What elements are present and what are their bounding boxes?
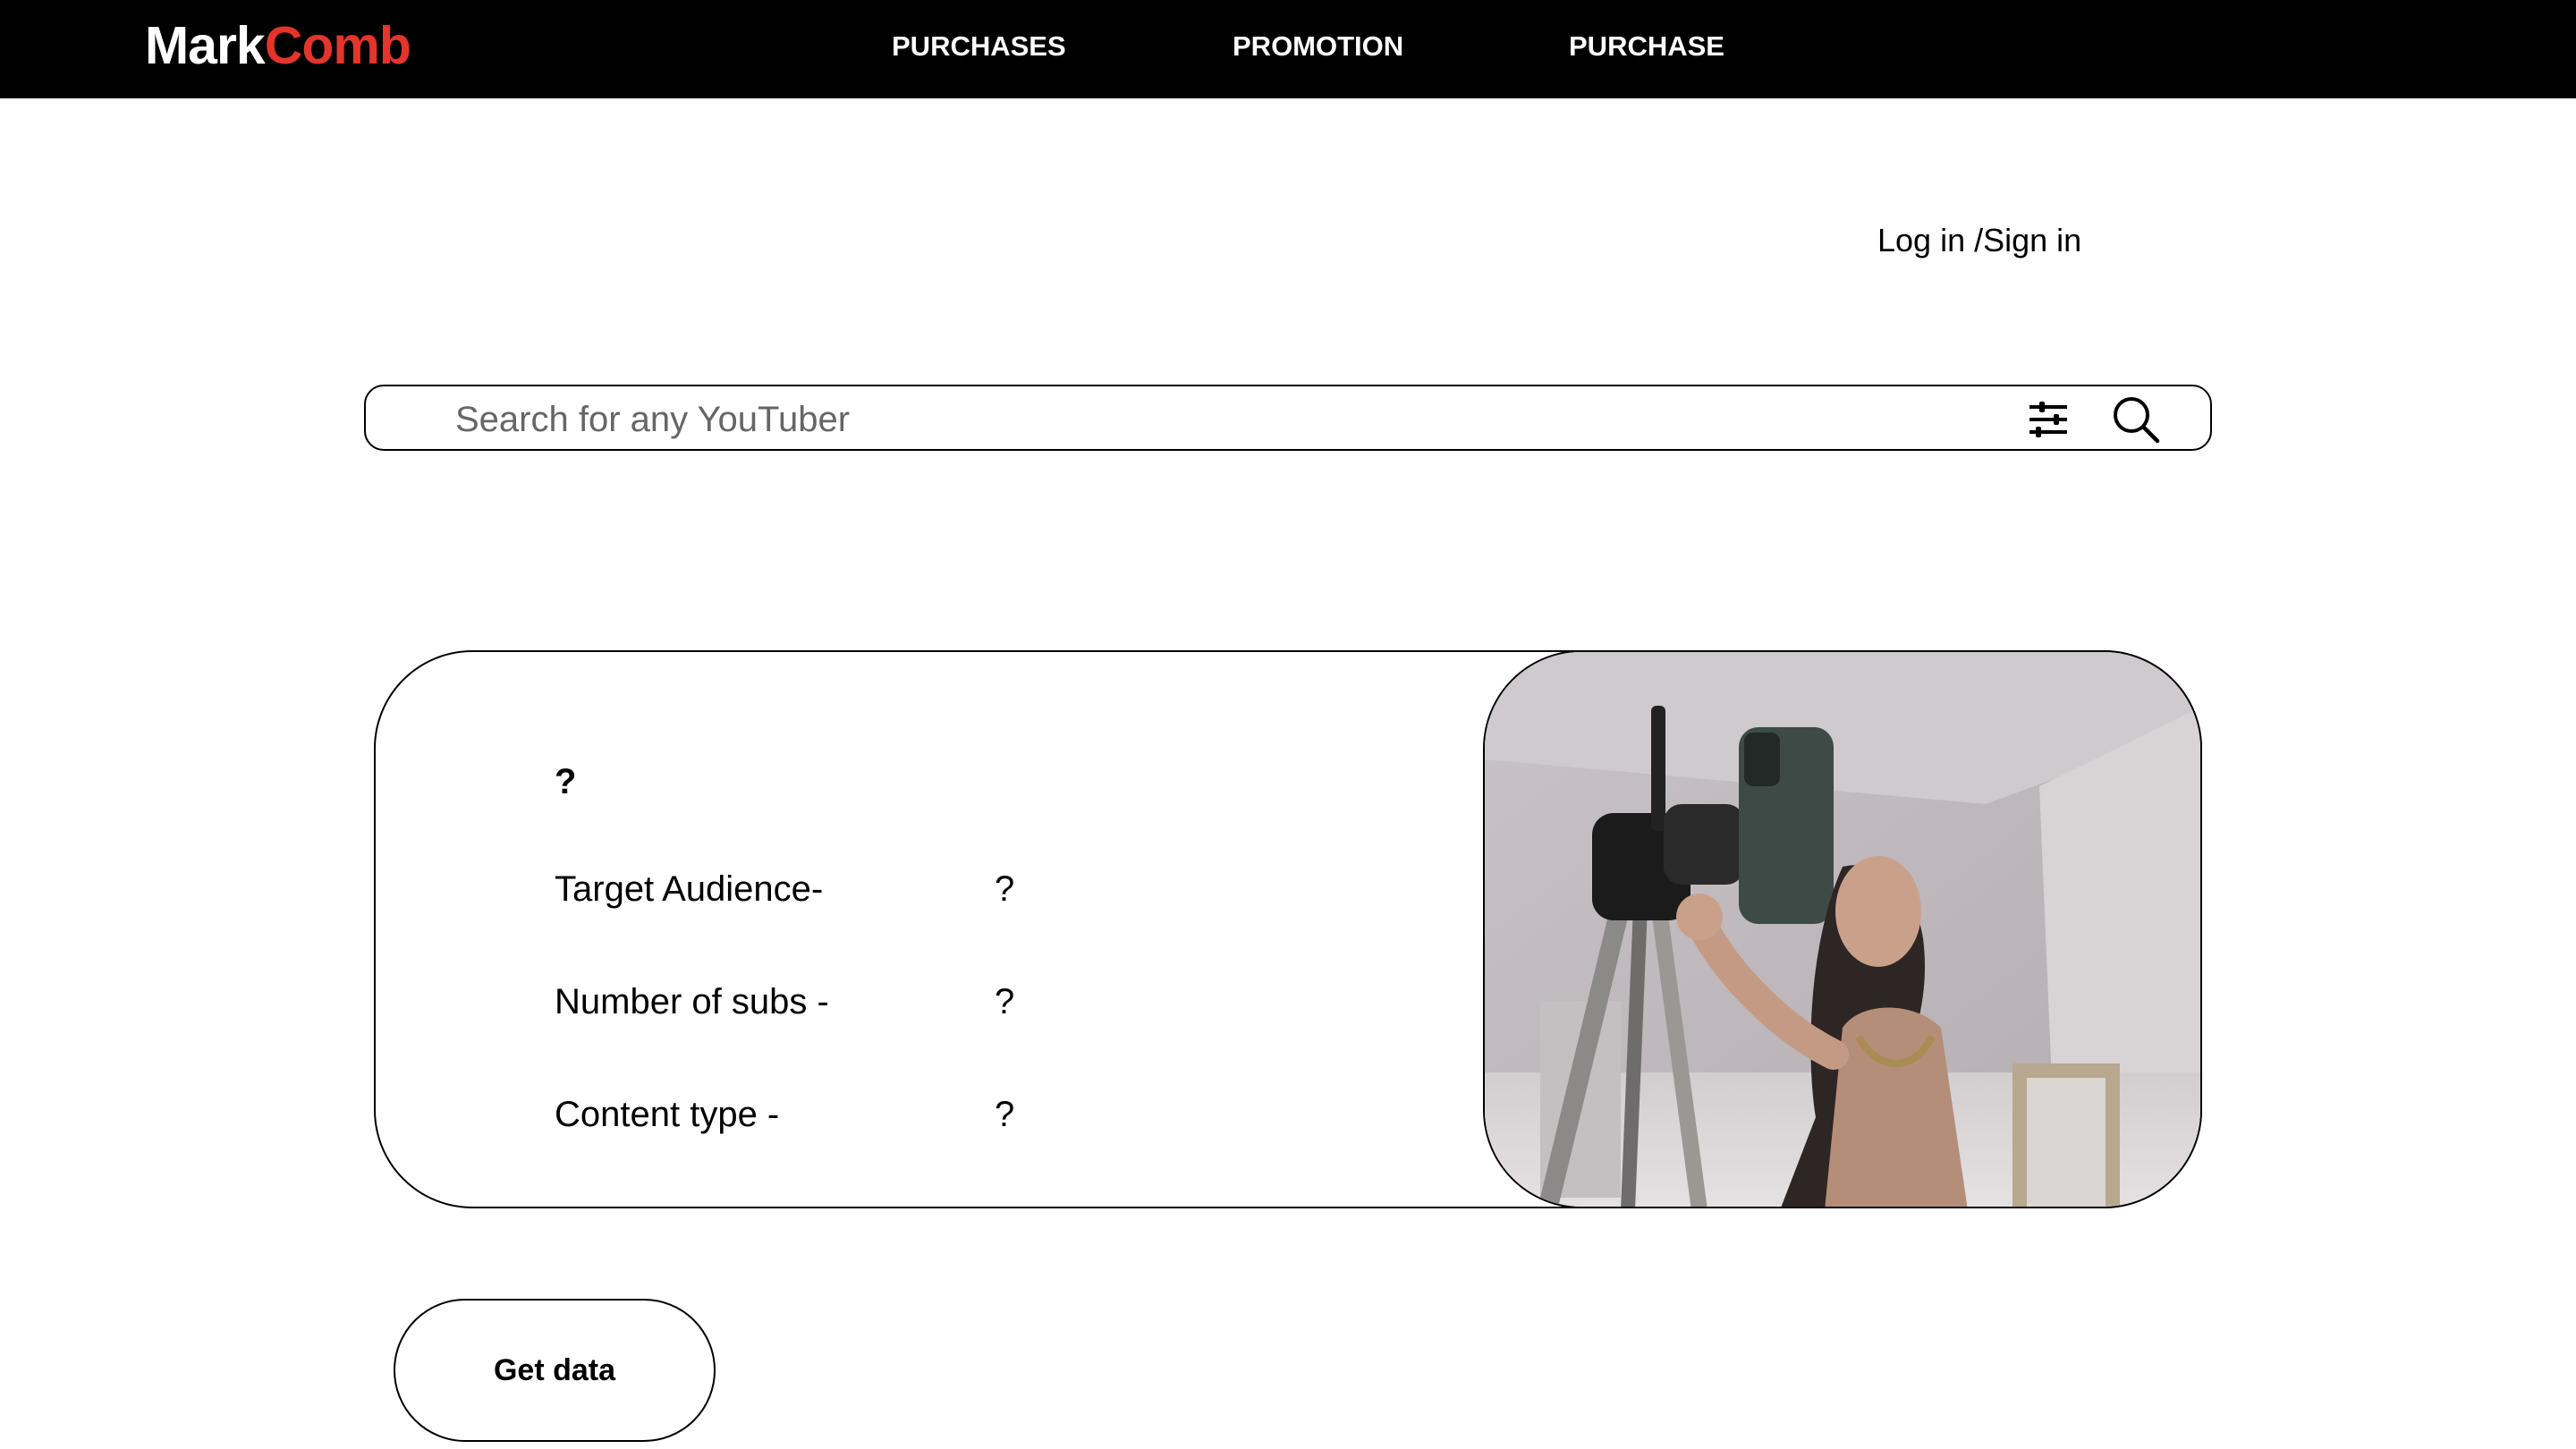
number-of-subs-value: ? — [995, 982, 1015, 1021]
content-type-label: Content type - — [555, 1095, 780, 1134]
nav-link-promotion[interactable]: PROMOTION — [1233, 30, 1403, 63]
search-input[interactable] — [453, 394, 2049, 445]
sliders-icon[interactable] — [2028, 399, 2069, 440]
brand-name-part2: Comb — [264, 16, 411, 75]
get-data-button[interactable]: Get data — [394, 1299, 716, 1442]
top-nav: MarkComb PURCHASES PROMOTION PURCHASE — [0, 0, 2576, 98]
magnifier-icon[interactable] — [2112, 395, 2160, 444]
target-audience-label: Target Audience- — [555, 869, 824, 909]
youtuber-name: ? — [555, 762, 577, 801]
login-signin-link[interactable]: Log in /Sign in — [1877, 222, 2081, 259]
brand-name-part1: Mark — [145, 16, 266, 75]
content-type-value: ? — [995, 1095, 1015, 1134]
nav-link-purchases[interactable]: PURCHASES — [892, 30, 1066, 63]
brand-logo[interactable]: MarkComb — [145, 16, 411, 75]
number-of-subs-label: Number of subs - — [555, 982, 829, 1021]
search-bar — [364, 385, 2212, 451]
target-audience-value: ? — [995, 869, 1015, 909]
youtuber-photo — [1483, 650, 2202, 1208]
nav-link-purchase[interactable]: PURCHASE — [1569, 30, 1724, 63]
